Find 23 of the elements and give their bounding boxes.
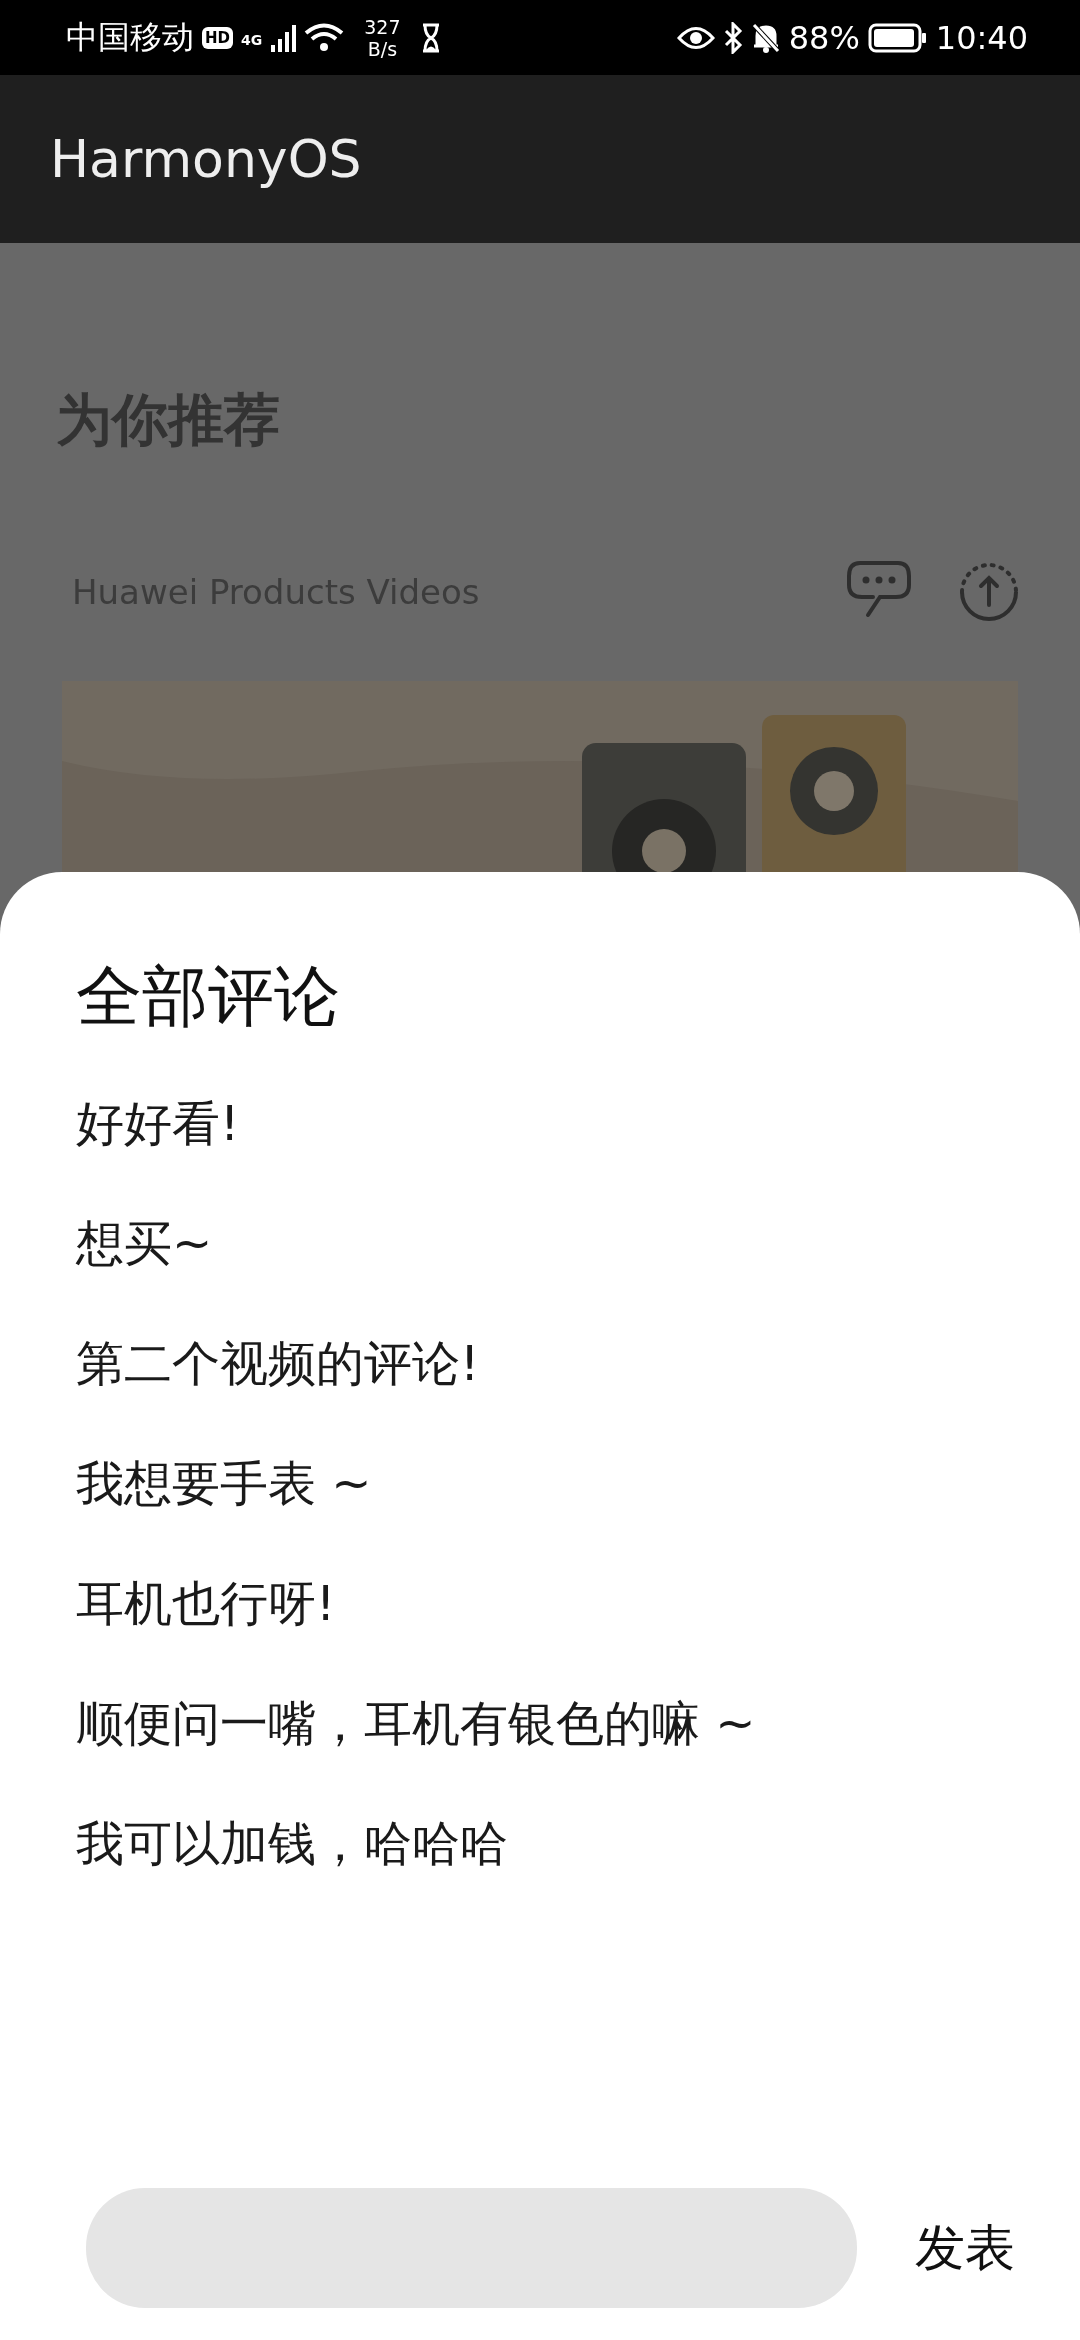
wifi-icon — [304, 21, 345, 54]
sheet-title: 全部评论 — [76, 957, 341, 1037]
battery-percent: 88% — [788, 18, 860, 57]
eye-icon — [676, 24, 715, 51]
hd-badge: HD — [202, 26, 233, 49]
bluetooth-icon — [722, 21, 743, 54]
signal-icon — [270, 22, 297, 53]
comment-text: 耳机也行呀! — [76, 1578, 337, 1628]
comment-text: 顺便问一嘴，耳机有银色的嘛 ~ — [76, 1698, 757, 1748]
comment-text: 好好看! — [76, 1098, 241, 1148]
app-title: HarmonyOS — [50, 129, 362, 189]
comment-text: 我想要手表 ~ — [76, 1458, 373, 1508]
comment-text: 想买~ — [76, 1218, 214, 1268]
comment-text: 我可以加钱，哈哈哈 — [76, 1818, 509, 1868]
hourglass-icon — [420, 22, 441, 53]
muted-bell-icon — [750, 21, 781, 54]
battery-icon — [867, 22, 928, 53]
clock-time: 10:40 — [935, 18, 1028, 57]
network-type: 4G — [241, 31, 263, 48]
comment-text: 第二个视频的评论! — [76, 1338, 481, 1388]
network-speed: 327 B/s — [364, 15, 401, 60]
submit-button[interactable]: 发表 — [915, 2214, 1015, 2282]
carrier-name: 中国移动 — [66, 16, 194, 58]
